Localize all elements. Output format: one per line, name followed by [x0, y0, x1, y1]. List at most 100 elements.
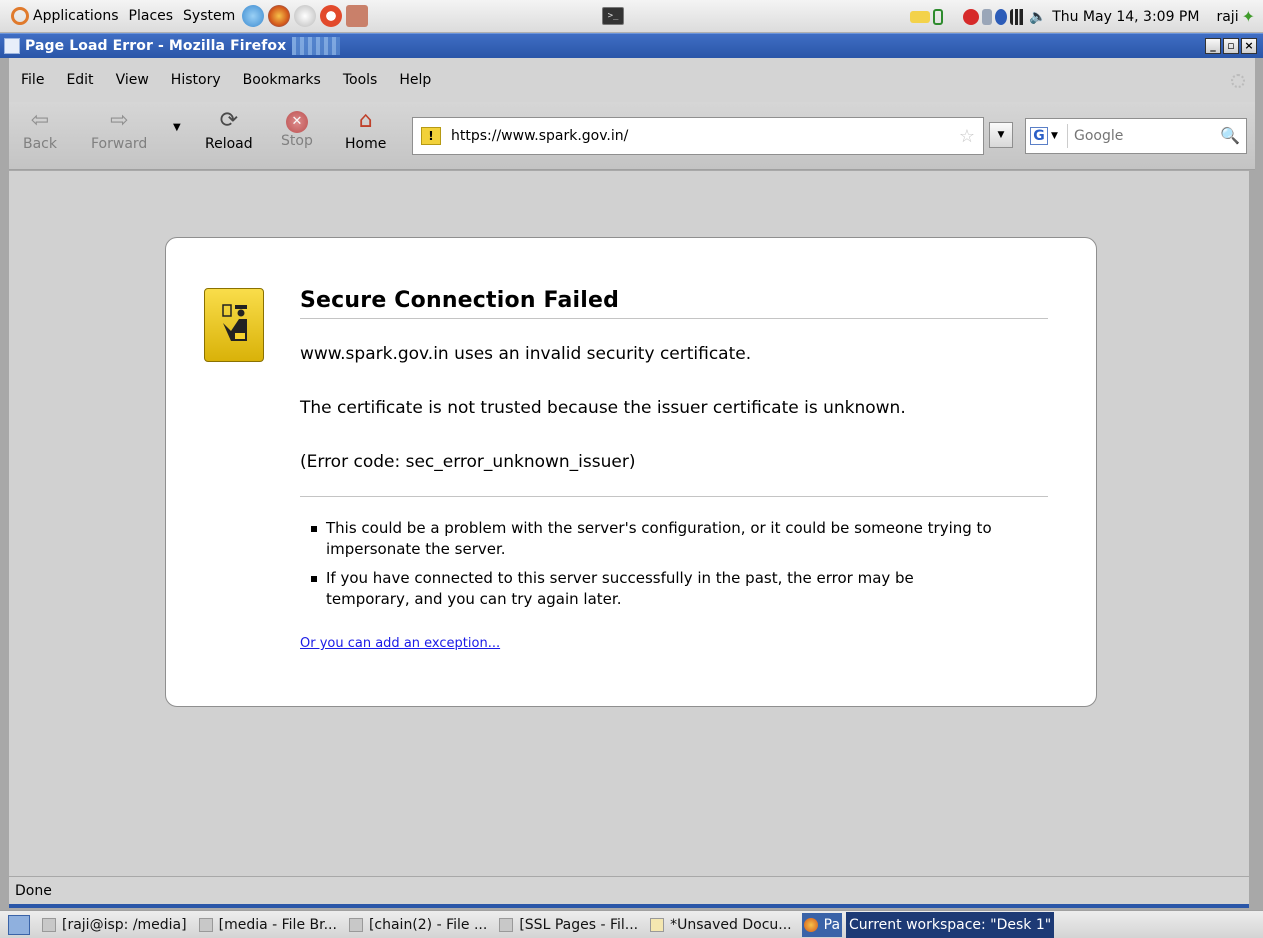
clock[interactable]: Thu May 14, 3:09 PM [1052, 9, 1199, 25]
menu-file[interactable]: File [19, 72, 56, 88]
battery-tray-icon[interactable] [933, 8, 944, 25]
window-title-bar[interactable]: Page Load Error - Mozilla Firefox _ ▫ × [0, 33, 1263, 58]
places-menu-label: Places [128, 8, 174, 24]
status-text: Done [15, 882, 52, 899]
text-editor-icon [650, 917, 665, 932]
maximize-button[interactable]: ▫ [1223, 38, 1239, 54]
firefox-launcher-icon[interactable] [268, 5, 291, 27]
error-code: (Error code: sec_error_unknown_issuer) [300, 452, 636, 472]
system-menu-label: System [183, 8, 236, 24]
stop-label: Stop [281, 133, 313, 149]
taskbar-item-media-browser[interactable]: [media - File Br... [197, 913, 343, 937]
stop-button[interactable]: ✕ Stop [281, 108, 313, 149]
folder-icon [198, 917, 213, 932]
forward-button[interactable]: ⇨ Forward [91, 108, 147, 152]
list-item: This could be a problem with the server'… [300, 518, 1000, 560]
terminal-launcher-icon[interactable]: >_ [602, 7, 624, 25]
user-status-icon[interactable]: ✦ [1242, 7, 1255, 26]
home-icon: ⌂ [358, 108, 373, 133]
close-button[interactable]: × [1241, 38, 1257, 54]
task-label: Pa [823, 916, 841, 933]
minimize-button[interactable]: _ [1205, 38, 1221, 54]
bluetooth-tray-icon[interactable] [995, 8, 1008, 25]
error-description: www.spark.gov.in uses an invalid securit… [300, 344, 752, 364]
security-officer-icon [204, 288, 264, 362]
menu-history[interactable]: History [169, 72, 233, 88]
error-suggestions: This could be a problem with the server'… [300, 518, 1000, 618]
folder-icon [348, 917, 363, 932]
show-desktop-icon[interactable] [8, 914, 30, 935]
applications-menu-label: Applications [33, 8, 119, 24]
package-launcher-icon[interactable] [346, 5, 369, 27]
error-box: Secure Connection Failed www.spark.gov.i… [165, 237, 1097, 707]
taskbar: [raji@isp: /media] [media - File Br... [… [0, 910, 1263, 938]
menu-help[interactable]: Help [397, 72, 443, 88]
title-divider [300, 318, 1048, 319]
menu-tools[interactable]: Tools [341, 72, 390, 88]
applications-menu[interactable]: Applications [6, 7, 124, 25]
update-tray-icon[interactable] [963, 8, 980, 25]
network-launcher-icon[interactable] [242, 5, 265, 27]
workspace-indicator[interactable]: Current workspace: "Desk 1" [846, 911, 1055, 938]
body-divider [300, 496, 1048, 497]
task-label: [SSL Pages - Fil... [519, 916, 639, 933]
home-button[interactable]: ⌂ Home [345, 108, 386, 152]
help-launcher-icon[interactable] [320, 5, 343, 27]
search-input[interactable] [1074, 128, 1214, 144]
user-name[interactable]: raji [1216, 9, 1238, 25]
add-exception-link[interactable]: Or you can add an exception... [300, 636, 500, 651]
url-text[interactable]: https://www.spark.gov.in/ [451, 128, 628, 144]
menu-bookmarks[interactable]: Bookmarks [241, 72, 333, 88]
error-reason: The certificate is not trusted because t… [300, 398, 906, 418]
officer-figure-icon [222, 304, 247, 341]
back-button[interactable]: ⇦ Back [23, 108, 57, 152]
taskbar-item-ssl-pages[interactable]: [SSL Pages - Fil... [497, 913, 644, 937]
signal-tray-icon[interactable] [1010, 8, 1027, 25]
stop-icon: ✕ [285, 111, 308, 133]
taskbar-item-text-editor[interactable]: *Unsaved Docu... [648, 913, 798, 937]
menu-edit[interactable]: Edit [64, 72, 105, 88]
history-dropdown-button[interactable]: ▼ [173, 122, 181, 133]
task-label: *Unsaved Docu... [670, 916, 792, 933]
task-label: [raji@isp: /media] [62, 916, 187, 933]
reload-button[interactable]: ⟳ Reload [205, 108, 253, 152]
taskbar-item-chain-browser[interactable]: [chain(2) - File ... [347, 913, 493, 937]
folder-tray-icon[interactable] [910, 10, 931, 23]
firefox-icon [803, 917, 818, 932]
window-title: Page Load Error - Mozilla Firefox [25, 38, 287, 54]
back-label: Back [23, 136, 57, 152]
window-bottom-border[interactable] [9, 904, 1249, 908]
error-title: Secure Connection Failed [300, 288, 620, 313]
places-menu[interactable]: Places [124, 8, 179, 24]
folder-icon [499, 917, 514, 932]
navigation-toolbar: ⇦ Back ⇨ Forward ▼ ⟳ Reload ✕ Stop ⌂ Hom… [9, 102, 1255, 170]
terminal-icon [42, 917, 56, 932]
window-menu-icon[interactable] [4, 38, 20, 54]
menu-bar: File Edit View History Bookmarks Tools H… [9, 58, 1255, 102]
google-icon: G [1030, 127, 1048, 145]
taskbar-item-terminal[interactable]: [raji@isp: /media] [40, 913, 193, 937]
status-bar: Done [9, 876, 1249, 904]
chevron-down-icon: ▼ [1051, 131, 1058, 141]
task-label: [media - File Br... [218, 916, 337, 933]
clipboard-tray-icon[interactable] [982, 8, 993, 25]
taskbar-item-firefox[interactable]: Pa [801, 912, 843, 937]
page-content: Secure Connection Failed www.spark.gov.i… [9, 171, 1249, 876]
url-history-dropdown[interactable]: ▼ [989, 122, 1013, 148]
ubuntu-logo-icon [11, 7, 29, 25]
task-label: [chain(2) - File ... [368, 916, 488, 933]
reload-icon: ⟳ [219, 108, 239, 133]
throbber-icon [1231, 74, 1245, 88]
bookmark-star-icon[interactable]: ☆ [959, 126, 975, 147]
forward-label: Forward [91, 136, 148, 152]
url-bar[interactable]: ! https://www.spark.gov.in/ ☆ [412, 117, 984, 155]
search-icon[interactable]: 🔍 [1220, 126, 1240, 145]
volume-tray-icon[interactable]: 🔈 [1029, 9, 1047, 25]
warning-icon: ! [421, 127, 441, 145]
system-menu[interactable]: System [178, 8, 240, 24]
search-engine-selector[interactable]: G ▼ [1030, 124, 1068, 148]
list-item: If you have connected to this server suc… [300, 568, 1000, 610]
search-box: G ▼ 🔍 [1025, 118, 1247, 154]
menu-view[interactable]: View [114, 72, 161, 88]
mail-launcher-icon[interactable] [294, 5, 317, 27]
